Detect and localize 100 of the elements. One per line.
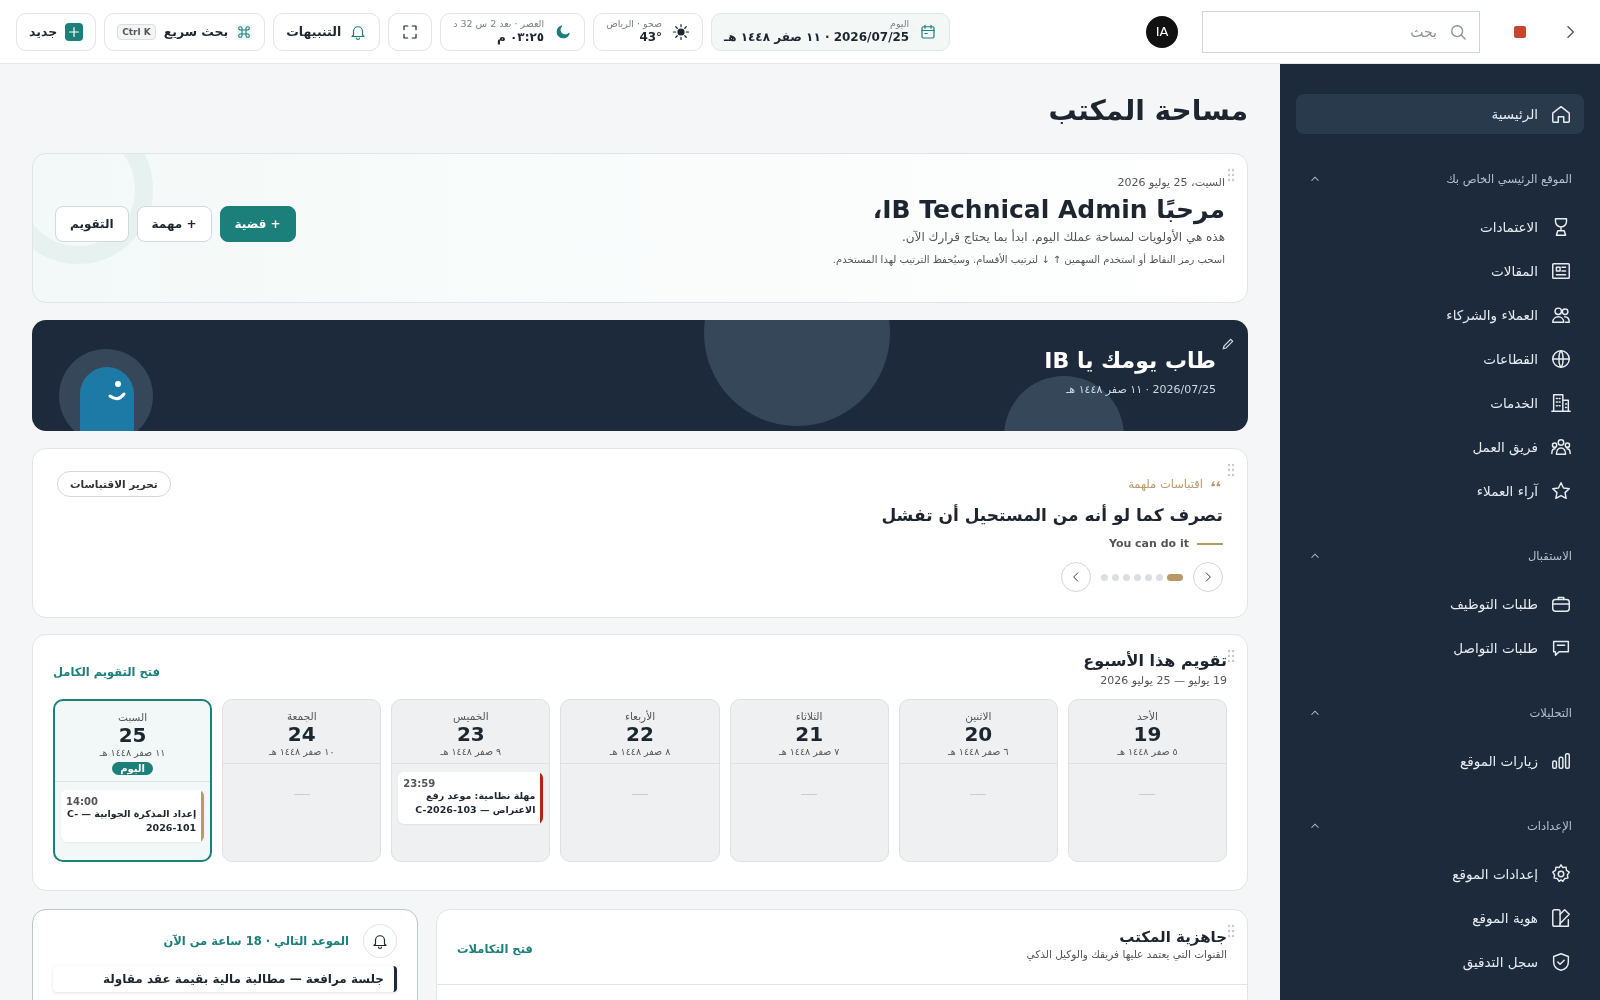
- quotes-label: اقتباسات ملهمة: [1128, 477, 1203, 491]
- greeting-date: 2026/07/25 · ١١ صفر ١٤٤٨ هـ: [1065, 383, 1216, 396]
- pagination-dot[interactable]: [1101, 573, 1108, 581]
- prayer-label: العصر · بعد 2 س 32 د: [453, 19, 545, 30]
- hijri-date: ١٠ صفر ١٤٤٨ هـ: [268, 746, 335, 757]
- settings-icon: [1550, 863, 1572, 885]
- pagination-dot[interactable]: [1123, 573, 1130, 581]
- sidebar-item[interactable]: إعدادات الموقع: [1296, 854, 1584, 894]
- sidebar-section-header[interactable]: التحليلات: [1296, 693, 1584, 733]
- star-icon: [1550, 480, 1572, 502]
- day-number: 19: [1133, 722, 1162, 746]
- action-button[interactable]: + مهمة: [136, 206, 212, 242]
- readiness-title: جاهزية المكتب: [1118, 928, 1227, 946]
- action-button[interactable]: + قضية: [219, 206, 296, 242]
- search-field[interactable]: بحث: [1202, 10, 1480, 53]
- hint-text: اسحب رمز النقاط أو استخدم السهمين ↑ ↓ لترتيب الأقسام. وسيُحفظ الترتيب لهذا المستخدم.: [832, 254, 1225, 265]
- sidebar-section-header[interactable]: الاستقبال: [1296, 536, 1584, 576]
- date-range: 19 يوليو — 25 يوليو 2026: [1099, 674, 1227, 687]
- hijri-date: ٧ صفر ١٤٤٨ هـ: [778, 746, 840, 757]
- sidebar-item[interactable]: الخدمات: [1296, 383, 1584, 423]
- plus-icon: [65, 22, 84, 41]
- sidebar-item[interactable]: طلبات التوظيف: [1296, 584, 1584, 624]
- hijri-date: ٥ صفر ١٤٤٨ هـ: [1117, 746, 1178, 757]
- date-value: 2026/07/25 · ١١ صفر ١٤٤٨ هـ: [724, 29, 910, 44]
- palette-icon: [1550, 907, 1572, 929]
- users-icon: [1550, 304, 1572, 326]
- day-name: الأربعاء: [624, 710, 656, 722]
- drag-handle-icon[interactable]: [1227, 463, 1235, 477]
- edit-icon[interactable]: [1220, 336, 1236, 352]
- sidebar-item[interactable]: الاعتمادات: [1296, 207, 1584, 247]
- sidebar-item[interactable]: الرئيسية: [1296, 94, 1584, 134]
- day-number: 23: [456, 722, 485, 746]
- sidebar-item[interactable]: المقالات: [1296, 251, 1584, 291]
- day-number: 22: [626, 722, 654, 746]
- action-button[interactable]: التقويم: [55, 206, 129, 242]
- event-title: إعداد المذكرة الجوابية — C-2026-101: [66, 807, 197, 836]
- page-title: مساحة المكتب: [1047, 93, 1248, 129]
- event-title: مهلة نظامية: موعد رفع الاعتراض — C-2026-103: [414, 789, 536, 818]
- day-number: 21: [795, 722, 824, 746]
- day-name: الخميس: [453, 710, 489, 722]
- day-name: الأحد: [1136, 710, 1158, 722]
- sidebar-section-header[interactable]: الموقع الرئيسي الخاص بك: [1296, 159, 1584, 199]
- hijri-date: ٨ صفر ١٤٤٨ هـ: [609, 746, 671, 757]
- event-time: 23:59: [403, 778, 437, 789]
- newspaper-icon: [1550, 260, 1572, 282]
- day-number: 25: [118, 723, 147, 747]
- previous-button[interactable]: [1061, 562, 1091, 592]
- user-avatar[interactable]: IA: [1146, 15, 1178, 48]
- pagination-dot[interactable]: [1134, 573, 1141, 581]
- calendar-title: تقويم هذا الأسبوع: [1083, 651, 1227, 670]
- app-icon[interactable]: [1514, 25, 1526, 38]
- hijri-date: ٦ صفر ١٤٤٨ هـ: [948, 746, 1009, 757]
- weather-label: صحو · الرياض: [606, 19, 663, 30]
- next-appointment-title: الموعد التالي · 18 ساعة من الآن: [163, 934, 349, 948]
- full-calendar-link[interactable]: فتح التقويم الكامل: [53, 665, 160, 679]
- new-button[interactable]: جديد: [16, 12, 97, 51]
- building-icon: [1550, 392, 1572, 414]
- bell-button[interactable]: [363, 924, 397, 958]
- date-text: السبت، 25 يوليو 2026: [1116, 176, 1225, 189]
- day-name: الجمعة: [286, 710, 317, 722]
- temperature: 43°: [638, 29, 663, 44]
- edit-quotes-button[interactable]: تحرير الاقتباسات: [57, 471, 171, 497]
- sidebar-item[interactable]: طلبات التواصل: [1296, 628, 1584, 668]
- sidebar-item[interactable]: القطاعات: [1296, 339, 1584, 379]
- day-name: السبت: [118, 711, 148, 723]
- command-icon: [236, 23, 253, 40]
- sidebar-section-header[interactable]: الإعدادات: [1296, 806, 1584, 846]
- quote-author: You can do it: [1108, 537, 1189, 550]
- pagination-dot[interactable]: [1145, 573, 1152, 581]
- date-label: اليوم: [889, 19, 910, 30]
- fullscreen-button[interactable]: [388, 12, 433, 51]
- pagination-dot[interactable]: [1112, 573, 1119, 581]
- sidebar-item[interactable]: هوية الموقع: [1296, 898, 1584, 938]
- day-name: الثلاثاء: [795, 710, 823, 722]
- sidebar-item[interactable]: فريق العمل: [1296, 427, 1584, 467]
- moon-icon: [554, 22, 573, 41]
- sidebar-item[interactable]: العملاء والشركاء: [1296, 295, 1584, 335]
- next-button[interactable]: [1193, 562, 1223, 592]
- sidebar-item[interactable]: سجل التدقيق: [1296, 942, 1584, 982]
- integrations-link[interactable]: فتح التكاملات: [457, 942, 533, 956]
- welcome-subtitle: هذه هي الأولويات لمساحة عملك اليوم. ابدأ بما يحتاج قرارك الآن.: [900, 230, 1225, 244]
- welcome-title: مرحبًا IB Technical Admin،: [871, 195, 1225, 224]
- notifications-button[interactable]: التنبيهات: [273, 12, 381, 51]
- globe-icon: [1550, 348, 1572, 370]
- day-number: 24: [287, 722, 316, 746]
- drag-handle-icon[interactable]: [1227, 168, 1235, 182]
- sidebar-item[interactable]: آراء العملاء: [1296, 471, 1584, 511]
- day-name: الاثنين: [965, 710, 992, 722]
- drag-handle-icon[interactable]: [1227, 924, 1235, 938]
- sidebar-item[interactable]: زيارات الموقع: [1296, 741, 1584, 781]
- pagination-dot[interactable]: [1156, 573, 1163, 581]
- team-icon: [1550, 436, 1572, 458]
- drag-handle-icon[interactable]: [1227, 649, 1235, 663]
- bell-icon: [371, 932, 389, 950]
- calendar-icon: [919, 22, 938, 41]
- sun-icon: [672, 22, 691, 41]
- appointment-item[interactable]: جلسة مرافعة — مطالبة مالية بقيمة عقد مقاولة: [53, 966, 397, 992]
- today-badge: اليوم: [112, 762, 154, 775]
- shortcut-key: Ctrl K: [117, 23, 156, 40]
- readiness-subtitle: القنوات التي يعتمد عليها فريقك والوكيل الذكي: [1026, 948, 1227, 960]
